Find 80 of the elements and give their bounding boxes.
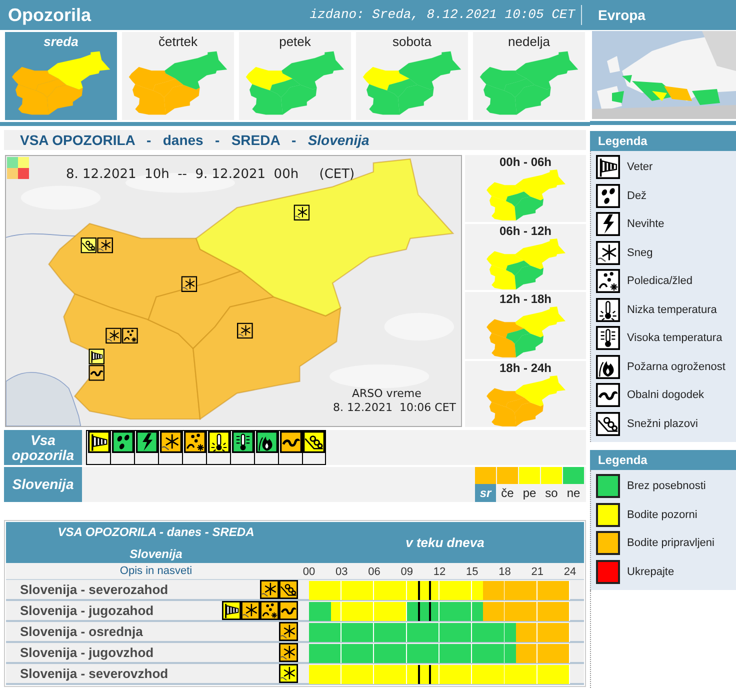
timeline-title: v teku dneva [406,534,484,552]
issued-date: izdano: Sreda, 8.12.2021 10:05 CET [310,5,582,25]
region-name: Slovenija - osrednja [20,622,143,641]
timestamp-text: 8. 12.2021 10:06 CET [333,400,456,416]
region-name: Slovenija - jugozahod [20,602,154,620]
legend-label: Bodite pripravljeni [627,536,714,551]
snowballs-icon [596,412,620,436]
day-tab[interactable]: nedelja [473,32,585,120]
thermometer-icon [596,326,620,350]
wave-icon [88,364,105,381]
snowflake-icon [596,240,620,265]
hour-tick: 06 [368,565,380,580]
legend-label: Veter [627,160,653,175]
color-key-icon [7,157,29,179]
hour-tick: 21 [531,565,544,580]
day-tab[interactable]: petek [239,32,351,120]
hour-tick: 03 [336,565,348,580]
advice-link[interactable]: Opis in nasveti [120,565,192,577]
legend-label: Visoka temperatura [627,331,722,346]
region-name: Slovenija - severozahod [20,580,168,599]
snowflake-icon [106,328,122,344]
period-label: 12h - 18h [499,292,552,306]
flame-icon [596,354,620,379]
europe-title: Evropa [598,6,646,25]
wave-icon [279,601,298,620]
windsock-icon [88,348,105,364]
snowflake-icon [279,643,298,662]
legend-label: Poledica/žled [627,274,692,289]
app-title: Opozorila [8,4,92,27]
day-tab[interactable]: pe [519,467,540,502]
day-tab[interactable]: četrtek [122,32,234,120]
legend-label: Dež [627,188,647,204]
table-subtitle: Slovenija [130,546,182,562]
ice-pellets-icon [596,269,620,294]
legend-label: Snežni plazovi [627,416,698,432]
credit-text: ARSO vreme [352,386,422,402]
snowflake-icon [279,622,298,641]
legend-label: Sneg [627,246,653,260]
legend-label: Nizka temperatura [627,302,717,318]
snowballs-icon [279,580,298,599]
snowflake-icon [241,601,260,620]
legend-label: Ukrepajte [627,564,674,580]
windsock-icon [222,601,241,620]
legend-label: Brez posebnosti [627,479,706,494]
table-title: VSA OPOZORILA - danes - SREDA [58,524,254,540]
ice-pellets-icon [122,328,138,344]
legend-label: Obalni dogodek [627,388,704,403]
snowflake-icon [181,276,198,292]
period-label: 06h - 12h [499,224,552,238]
snowflake-icon [97,237,114,254]
lightning-icon [596,212,620,236]
snowballs-icon [80,237,97,254]
hour-tick: 12 [433,565,446,580]
raindrops-icon [596,184,620,208]
hour-tick: 09 [400,565,413,580]
period-text: 8. 12.2021 10h -- 9. 12.2021 00h (CET) [66,166,355,184]
snowflake-icon [294,204,310,221]
region-name: Slovenija - severovzhod [20,664,168,683]
period-label: 00h - 06h [499,155,552,169]
windsock-icon [596,155,620,180]
day-tab[interactable]: sobota [356,32,468,120]
legend-label: Bodite pozorni [627,508,698,522]
ice-pellets-icon [260,601,279,620]
row-label: Vsa opozorila [4,430,82,465]
region-name: Slovenija - jugovzhod [20,644,154,662]
legend-header: Legenda [590,131,736,151]
legend-label: Požarna ogroženost [627,360,726,374]
thermometer-icon [596,298,620,322]
legend-label: Nevihte [627,217,664,232]
period-label: 18h - 24h [499,360,552,374]
hour-tick: 18 [498,565,511,580]
hour-tick: 24 [564,565,576,580]
wave-icon [596,383,620,408]
summary-title: VSA OPOZORILA - danes - SREDA - Slovenija [4,130,586,150]
hour-tick: 00 [302,565,316,580]
hour-tick: 15 [466,565,478,580]
legend-header: Legenda [590,450,736,470]
snowflake-icon [279,664,298,683]
row-label: Slovenija [4,467,82,502]
snowflake-icon [260,580,279,599]
